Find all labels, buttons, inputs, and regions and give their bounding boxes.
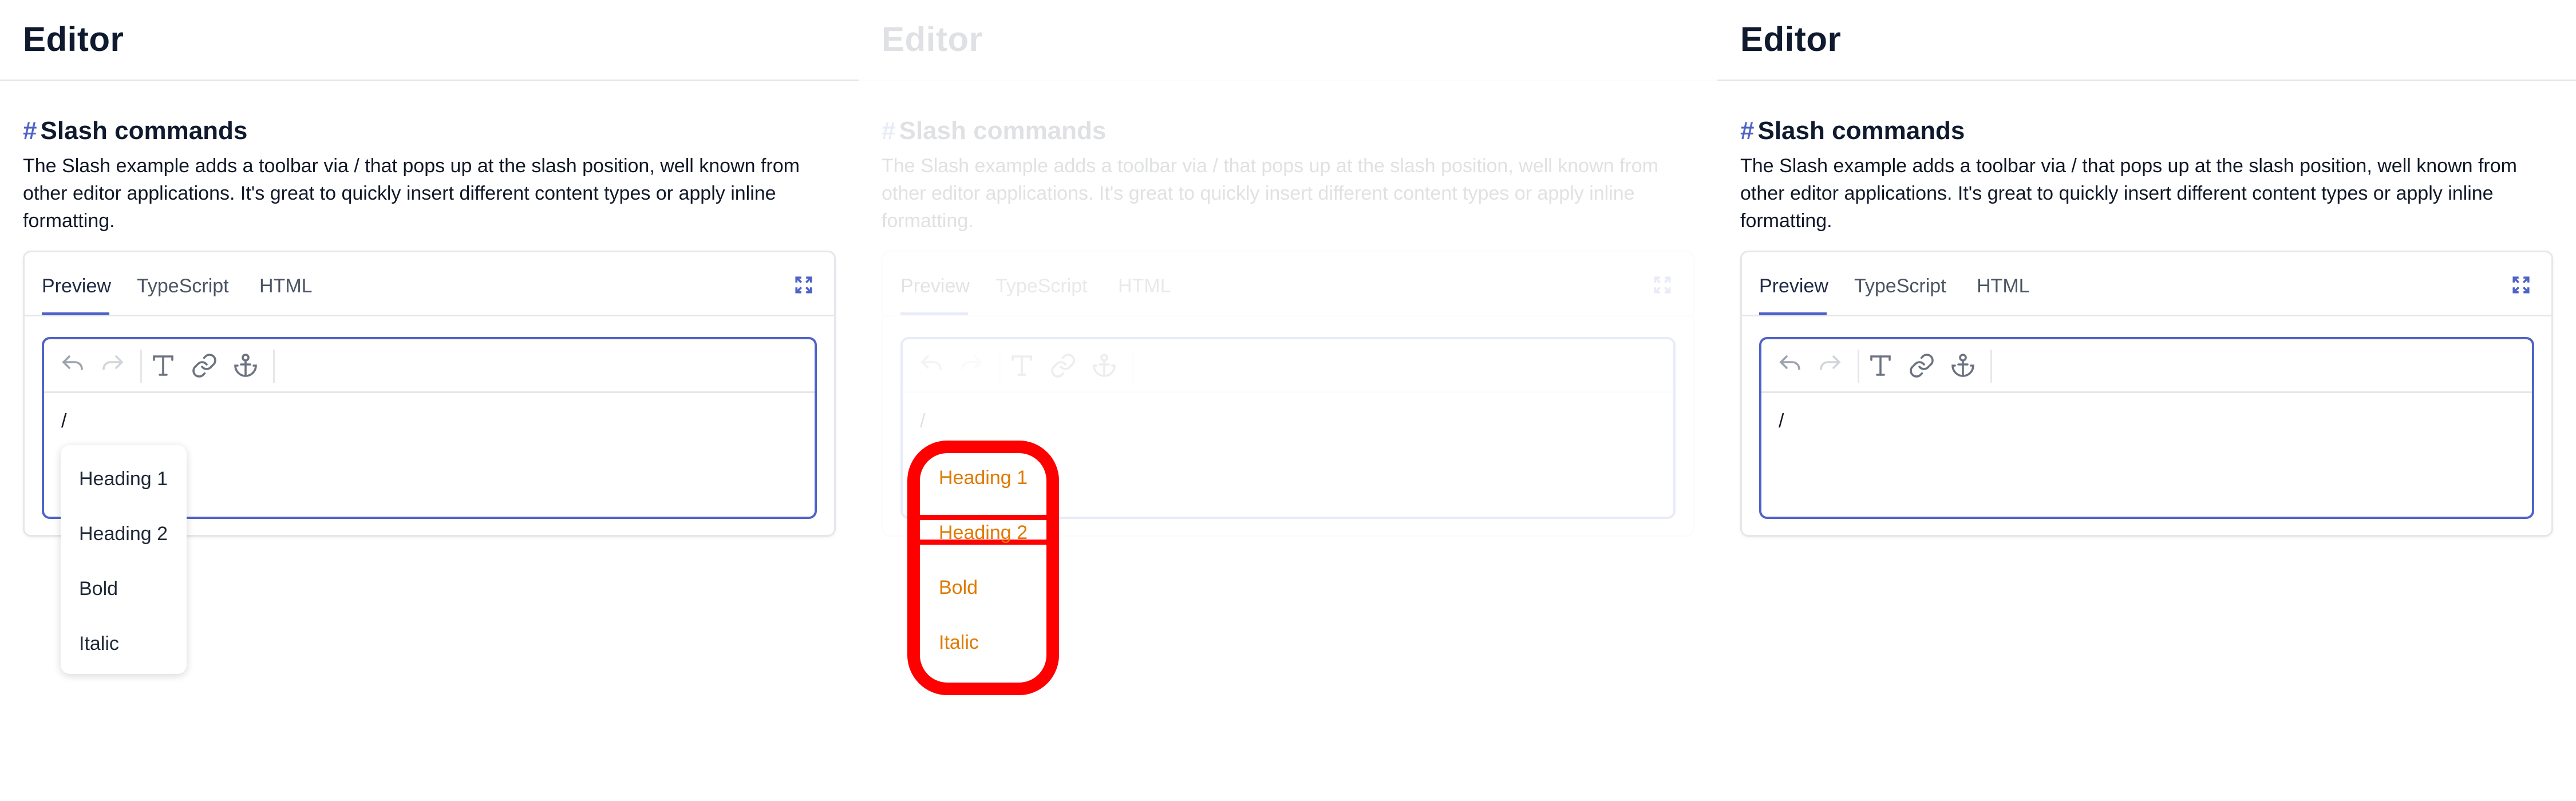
section-description: The Slash example adds a toolbar via / t… [882, 155, 1658, 232]
link-icon[interactable] [1908, 352, 1935, 379]
section-description: The Slash example adds a toolbar via / t… [23, 155, 800, 232]
text-style-icon[interactable] [1008, 352, 1036, 379]
app-title: Editor [1740, 20, 1842, 58]
tab-typescript[interactable]: TypeScript [1854, 275, 1946, 298]
toolbar-divider [1990, 350, 1992, 383]
editor-content[interactable]: / [920, 410, 925, 433]
redo-icon[interactable] [1816, 352, 1844, 379]
undo-icon[interactable] [59, 352, 86, 379]
header-bar: Editor [0, 0, 859, 81]
section-heading: # Slash commands [23, 117, 247, 145]
anchor-icon[interactable] [1949, 352, 1977, 379]
editor-panel-3: Editor # Slash commands The Slash example… [1717, 0, 2576, 801]
tab-bar: Preview TypeScript HTML [1742, 252, 2551, 316]
section-heading: # Slash commands [882, 117, 1106, 145]
app-title: Editor [23, 20, 124, 58]
tab-bar: Preview TypeScript HTML [883, 252, 1693, 316]
redo-icon[interactable] [958, 352, 985, 379]
toolbar-divider [999, 350, 1001, 383]
tab-html[interactable]: HTML [259, 275, 313, 298]
expand-icon[interactable] [1653, 275, 1672, 295]
anchor-hash-link[interactable]: # [882, 117, 895, 145]
anchor-icon[interactable] [1091, 352, 1118, 379]
expand-icon[interactable] [2511, 275, 2531, 295]
tab-preview[interactable]: Preview [1759, 275, 1828, 298]
toolbar-divider [140, 350, 142, 383]
expand-icon[interactable] [794, 275, 813, 295]
example-card: Preview TypeScript HTML / [1740, 251, 2553, 537]
menu-item-bold[interactable]: Bold [79, 578, 118, 600]
text-style-icon[interactable] [149, 352, 177, 379]
tab-typescript[interactable]: TypeScript [995, 275, 1088, 298]
undo-icon[interactable] [1776, 352, 1804, 379]
anchor-hash-link[interactable]: # [1740, 117, 1754, 145]
app-title: Editor [882, 20, 983, 58]
section-title: Slash commands [40, 117, 248, 145]
anchor-icon[interactable] [232, 352, 259, 379]
active-tab-indicator [42, 312, 109, 315]
menu-item-heading-1[interactable]: Heading 1 [79, 468, 168, 490]
section-description: The Slash example adds a toolbar via / t… [1740, 155, 2517, 232]
active-tab-indicator [1759, 312, 1827, 315]
redo-icon[interactable] [99, 352, 127, 379]
menu-item-heading-2[interactable]: Heading 2 [79, 523, 168, 545]
tab-typescript[interactable]: TypeScript [137, 275, 229, 298]
tab-bar: Preview TypeScript HTML [25, 252, 834, 316]
active-tab-indicator [900, 312, 968, 315]
tab-preview[interactable]: Preview [900, 275, 970, 298]
editor-toolbar [903, 339, 1673, 393]
menu-item-italic[interactable]: Italic [939, 632, 979, 654]
undo-icon[interactable] [918, 352, 945, 379]
section-title: Slash commands [899, 117, 1107, 145]
editor-panel-1: Editor # Slash commands The Slash example… [0, 0, 859, 801]
editor-content[interactable]: / [61, 410, 66, 433]
menu-item-heading-2[interactable]: Heading 2 [939, 522, 1028, 544]
link-icon[interactable] [1049, 352, 1077, 379]
editor-toolbar [44, 339, 815, 393]
editor-toolbar [1761, 339, 2532, 393]
highlight-divider [907, 515, 1059, 520]
toolbar-divider [1858, 350, 1859, 383]
menu-item-heading-1[interactable]: Heading 1 [939, 467, 1028, 489]
menu-item-italic[interactable]: Italic [79, 633, 119, 655]
anchor-hash-link[interactable]: # [23, 117, 37, 145]
header-bar: Editor [859, 0, 1717, 81]
header-bar: Editor [1717, 0, 2576, 81]
text-style-icon[interactable] [1867, 352, 1894, 379]
section-title: Slash commands [1757, 117, 1965, 145]
menu-item-bold[interactable]: Bold [939, 577, 978, 599]
tab-html[interactable]: HTML [1118, 275, 1171, 298]
editor-box[interactable]: / [1759, 337, 2534, 519]
link-icon[interactable] [191, 352, 218, 379]
toolbar-divider [273, 350, 275, 383]
editor-content[interactable]: / [1779, 410, 1784, 433]
tab-html[interactable]: HTML [1977, 275, 2030, 298]
toolbar-divider [1132, 350, 1133, 383]
tab-preview[interactable]: Preview [42, 275, 111, 298]
slash-command-menu: Heading 1 Heading 2 Bold Italic [61, 445, 187, 674]
section-heading: # Slash commands [1740, 117, 1965, 145]
